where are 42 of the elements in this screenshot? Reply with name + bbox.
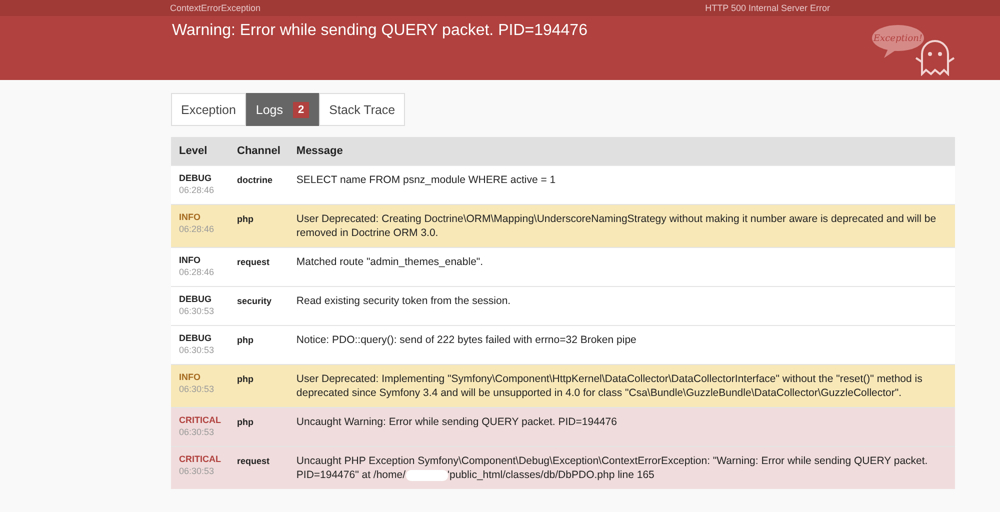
log-channel: request bbox=[237, 257, 270, 267]
tab[interactable]: Logs 2 bbox=[246, 93, 320, 126]
exception-title: Warning: Error while sending QUERY packet. PID=194476 bbox=[172, 22, 588, 40]
status-code: HTTP 500 Internal Server Error bbox=[705, 3, 830, 13]
log-time: 06:30:53 bbox=[179, 465, 216, 477]
column-header: Level bbox=[171, 137, 229, 166]
log-level: INFO bbox=[179, 212, 202, 223]
log-level: CRITICAL bbox=[179, 415, 221, 426]
tab[interactable]: Stack Trace bbox=[319, 93, 406, 126]
log-message: User Deprecated: Creating Doctrine\ORM\Mapping\UnderscoreNamingStrategy without making it number aware is deprecated and will be removed in Doctrine ORM 3.0. bbox=[296, 212, 938, 240]
log-channel: doctrine bbox=[237, 175, 273, 185]
count-badge: 2 bbox=[293, 102, 310, 118]
log-channel: request bbox=[237, 456, 270, 466]
log-channel: security bbox=[237, 296, 272, 306]
log-time: 06:28:46 bbox=[179, 223, 216, 235]
log-message: Uncaught PHP Exception Symfony\Component\Debug\Exception\ContextErrorException: "Warning: Error while sending QUERY packet. PID=194476" at /home/ 'public_html/classes/db/DbPDO.php line 165 bbox=[296, 454, 929, 482]
log-time: 06:30:53 bbox=[179, 344, 216, 356]
log-time: 06:30:53 bbox=[179, 383, 216, 395]
log-message: SELECT name FROM psnz_module WHERE active = 1 bbox=[296, 173, 557, 187]
tab[interactable]: Exception bbox=[171, 93, 246, 126]
log-level: DEBUG bbox=[179, 173, 213, 184]
log-message: Read existing security token from the session. bbox=[296, 294, 512, 308]
log-channel: php bbox=[237, 417, 254, 427]
log-message: Notice: PDO::query(): send of 222 bytes failed with errno=32 Broken pipe bbox=[296, 333, 638, 347]
column-header: Message bbox=[288, 137, 955, 166]
log-message: Matched route "admin_themes_enable". bbox=[296, 255, 484, 269]
column-header: Channel bbox=[229, 137, 288, 166]
log-time: 06:28:46 bbox=[179, 266, 216, 278]
log-level: DEBUG bbox=[179, 294, 213, 305]
log-level: INFO bbox=[179, 255, 202, 266]
log-time: 06:30:53 bbox=[179, 305, 216, 317]
log-level: CRITICAL bbox=[179, 454, 221, 465]
log-channel: php bbox=[237, 214, 254, 224]
log-message: User Deprecated: Implementing "Symfony\Component\HttpKernel\DataCollector\DataCollectorInterface" without the "reset()" method is deprecated since Symfony 3.4 and will be unsupported in 4.0 for class "Csa\Bundle\GuzzleBundle\DataCollector\GuzzleCollector". bbox=[296, 372, 924, 400]
log-channel: php bbox=[237, 335, 254, 345]
log-level: DEBUG bbox=[179, 333, 213, 344]
log-channel: php bbox=[237, 374, 254, 384]
log-time: 06:30:53 bbox=[179, 426, 216, 438]
log-level: INFO bbox=[179, 372, 202, 383]
log-time: 06:28:46 bbox=[179, 184, 216, 196]
exception-class: ContextErrorException bbox=[170, 3, 261, 13]
log-message: Uncaught Warning: Error while sending QUERY packet. PID=194476 bbox=[296, 415, 618, 429]
